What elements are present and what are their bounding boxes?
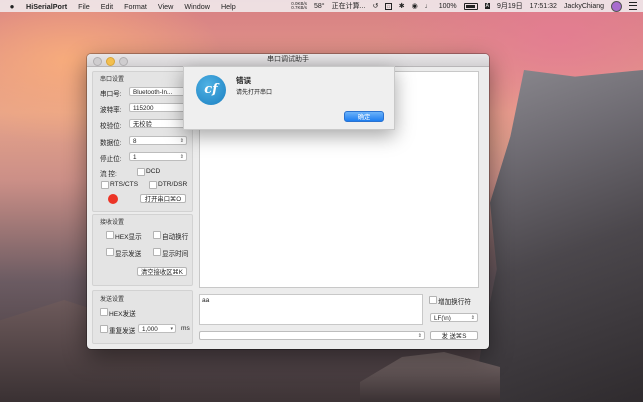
repeat-interval-select[interactable]: 1,000 ▾: [138, 324, 176, 333]
menu-user[interactable]: JackyChiang: [564, 3, 604, 10]
menu-bar: ● HiSerialPort File Edit Format View Win…: [0, 0, 643, 12]
menu-format[interactable]: Format: [124, 2, 147, 11]
auto-wrap-checkbox[interactable]: [153, 231, 161, 239]
repeat-send-checkbox[interactable]: [100, 325, 108, 333]
auto-wrap-label: 自动换行: [162, 234, 189, 241]
receive-settings-title: 接收设置: [100, 220, 125, 226]
hex-display-label: HEX显示: [115, 234, 142, 241]
show-time-checkbox[interactable]: [153, 248, 161, 256]
window-controls: [93, 56, 128, 66]
dcd-label: DCD: [146, 168, 161, 175]
wallpaper-cliff: [473, 70, 643, 402]
clear-receive-button[interactable]: 清空接收区⌘K: [137, 267, 187, 276]
battery-percent[interactable]: 100%: [439, 3, 457, 10]
menu-edit[interactable]: Edit: [101, 2, 113, 11]
port-select[interactable]: Bluetooth-In...: [129, 87, 187, 96]
repeat-interval-value: 1,000: [142, 326, 158, 333]
apple-menu-icon[interactable]: ●: [7, 2, 17, 11]
net-down: 0.7KB/s: [291, 5, 308, 10]
menu-time[interactable]: 17:51:32: [530, 3, 557, 10]
app-menu[interactable]: HiSerialPort: [26, 2, 67, 11]
chevron-updown-icon: ⇕: [179, 154, 184, 160]
status-area: 0.0KB/s 0.7KB/s 58° 正在计算... ↺ □ ✱ ◉ ♩ 10…: [291, 0, 637, 12]
chevron-updown-icon: ⇕: [470, 315, 475, 321]
notification-center-icon[interactable]: [629, 2, 637, 10]
flow-label: 流 控:: [100, 171, 117, 178]
baud-value: 115200: [133, 105, 154, 112]
stopbits-label: 停止位:: [100, 156, 122, 163]
ok-button[interactable]: 确定: [344, 111, 384, 122]
send-settings-title: 发送设置: [100, 297, 125, 303]
temperature[interactable]: 58°: [314, 3, 325, 10]
wifi-icon[interactable]: ◉: [412, 2, 418, 10]
hex-send-checkbox[interactable]: [100, 308, 108, 316]
menu-window[interactable]: Window: [184, 2, 210, 11]
wallpaper-rocks-2: [360, 352, 500, 402]
parity-value: 无校验: [133, 121, 152, 128]
alert-title: 错误: [236, 76, 251, 85]
send-button[interactable]: 发 送⌘S: [430, 331, 478, 340]
send-text: aa: [202, 297, 210, 304]
input-source-icon[interactable]: A: [484, 3, 490, 9]
error-alert: cf 错误 请先打开串口 确定: [183, 66, 395, 130]
add-newline-label: 增加换行符: [438, 299, 471, 306]
window-title: 串口调试助手: [267, 56, 309, 63]
minimize-button[interactable]: [106, 56, 115, 66]
stopbits-value: 1: [133, 154, 137, 161]
show-time-label: 显示时间: [162, 251, 189, 258]
port-status-indicator: [108, 194, 118, 204]
menu-date[interactable]: 9月19日: [497, 1, 523, 11]
display-icon[interactable]: □: [385, 2, 392, 10]
send-textarea[interactable]: aa: [199, 294, 423, 325]
ms-label: ms: [181, 325, 190, 332]
dtr-dsr-checkbox[interactable]: [149, 181, 157, 189]
databits-value: 8: [133, 138, 137, 145]
baud-select[interactable]: 115200: [129, 103, 187, 112]
add-newline-checkbox[interactable]: [429, 296, 437, 304]
hex-send-label: HEX发送: [109, 311, 136, 318]
computing-status[interactable]: 正在计算...: [332, 1, 366, 11]
network-speed[interactable]: 0.0KB/s 0.7KB/s: [291, 1, 308, 11]
repeat-send-label: 重复发送: [109, 328, 136, 335]
parity-label: 校验位:: [100, 123, 122, 130]
show-send-checkbox[interactable]: [106, 248, 114, 256]
bluetooth-icon[interactable]: ✱: [399, 2, 405, 10]
chevron-updown-icon: ⇕: [417, 333, 422, 339]
port-value: Bluetooth-In...: [133, 89, 173, 96]
battery-icon[interactable]: [463, 2, 478, 10]
chevron-updown-icon: ⇕: [179, 138, 184, 144]
port-label: 串口号:: [100, 91, 122, 98]
newline-select[interactable]: LF(\n) ⇕: [430, 313, 478, 322]
menu-help[interactable]: Help: [221, 2, 236, 11]
close-button[interactable]: [93, 56, 102, 66]
stopbits-select[interactable]: 1 ⇕: [129, 152, 187, 161]
dtr-dsr-label: DTR/DSR: [158, 181, 188, 188]
baud-label: 波特率:: [100, 107, 122, 114]
databits-label: 数据位:: [100, 140, 122, 147]
zoom-button[interactable]: [119, 56, 128, 66]
newline-value: LF(\n): [434, 315, 451, 322]
databits-select[interactable]: 8 ⇕: [129, 136, 187, 145]
parity-select[interactable]: 无校验: [129, 119, 187, 128]
chevron-down-icon: ▾: [170, 326, 173, 332]
app-logo-icon: cf: [196, 75, 226, 105]
hex-display-checkbox[interactable]: [106, 231, 114, 239]
show-send-label: 显示发送: [115, 251, 142, 258]
serial-settings-title: 串口设置: [100, 77, 125, 83]
history-select[interactable]: ⇕: [199, 331, 425, 340]
dcd-checkbox[interactable]: [137, 168, 145, 176]
time-machine-icon[interactable]: ↺: [372, 2, 378, 10]
rts-cts-checkbox[interactable]: [101, 181, 109, 189]
open-port-button[interactable]: 打开串口⌘O: [140, 194, 186, 203]
menu-file[interactable]: File: [78, 2, 90, 11]
alert-message: 请先打开串口: [236, 90, 273, 96]
volume-icon[interactable]: ♩: [425, 3, 432, 10]
siri-icon[interactable]: [611, 0, 622, 12]
rts-cts-label: RTS/CTS: [110, 181, 139, 188]
menu-view[interactable]: View: [158, 2, 173, 11]
